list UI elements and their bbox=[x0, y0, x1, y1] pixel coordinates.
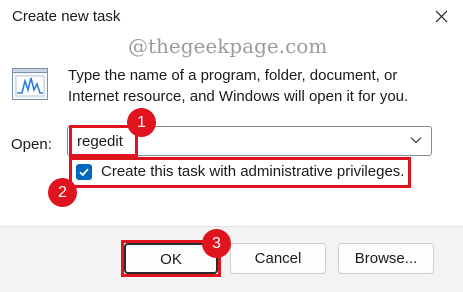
run-dialog-icon bbox=[12, 68, 48, 100]
admin-privileges-label: Create this task with administrative pri… bbox=[101, 163, 405, 180]
window-title: Create new task bbox=[12, 8, 121, 25]
step-marker-1: 1 bbox=[127, 108, 156, 137]
open-input[interactable]: regedit bbox=[67, 126, 432, 156]
open-label: Open: bbox=[11, 136, 52, 153]
close-button[interactable] bbox=[420, 0, 463, 34]
dialog-description: Type the name of a program, folder, docu… bbox=[68, 67, 409, 105]
step-marker-3: 3 bbox=[202, 229, 231, 258]
chevron-down-icon[interactable] bbox=[410, 136, 422, 144]
browse-button[interactable]: Browse... bbox=[338, 243, 434, 274]
cancel-button[interactable]: Cancel bbox=[230, 243, 326, 274]
title-bar: Create new task bbox=[0, 0, 463, 34]
open-input-value: regedit bbox=[77, 133, 123, 150]
checkmark-icon bbox=[79, 168, 89, 177]
admin-privileges-checkbox[interactable] bbox=[76, 164, 92, 180]
close-icon bbox=[435, 10, 448, 23]
watermark: @thegeekpage.com bbox=[128, 34, 328, 58]
step-marker-2: 2 bbox=[48, 178, 77, 207]
